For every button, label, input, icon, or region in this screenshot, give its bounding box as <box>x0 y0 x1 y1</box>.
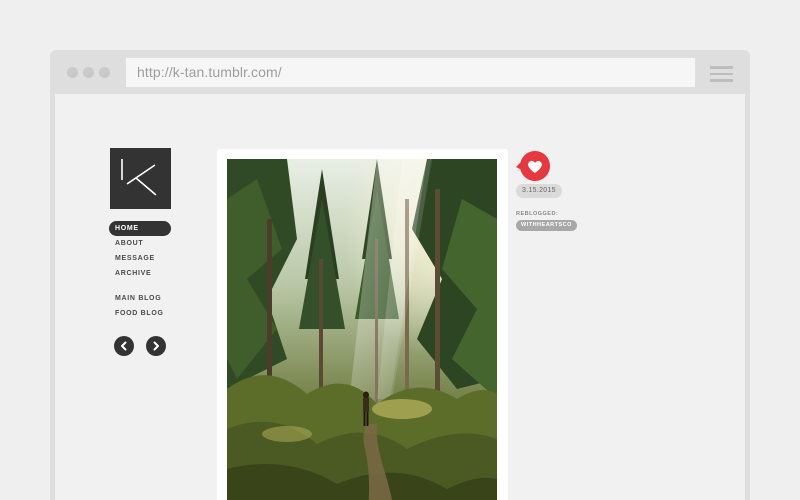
nav-item-home[interactable]: HOME <box>109 221 171 236</box>
next-page-button[interactable] <box>146 336 166 356</box>
browser-toolbar: http://k-tan.tumblr.com/ <box>50 50 750 94</box>
nav-item-archive[interactable]: ARCHIVE <box>109 266 171 281</box>
k-logo-icon[interactable] <box>110 148 171 209</box>
pagination <box>114 336 174 356</box>
browser-window: http://k-tan.tumblr.com/ HOME ABOUT MESS… <box>50 50 750 500</box>
nav-item-food-blog[interactable]: FOOD BLOG <box>109 306 171 321</box>
forest-photo[interactable] <box>227 159 497 500</box>
previous-page-button[interactable] <box>114 336 134 356</box>
nav-item-message[interactable]: MESSAGE <box>109 251 171 266</box>
window-dot-icon[interactable] <box>67 67 78 78</box>
post-date-badge[interactable]: 3.15.2015 <box>516 184 562 198</box>
nav-item-about[interactable]: ABOUT <box>109 236 171 251</box>
hamburger-menu-icon[interactable] <box>710 66 733 82</box>
reblogged-from-link[interactable]: WITHHEARTSCO <box>516 220 577 231</box>
nav-item-main-blog[interactable]: MAIN BLOG <box>109 291 171 306</box>
heart-speech-bubble-icon <box>516 151 550 181</box>
chevron-left-icon <box>121 341 127 351</box>
reblogged-label: REBLOGGED: <box>516 211 559 217</box>
window-dot-icon[interactable] <box>83 67 94 78</box>
photo-post <box>217 149 508 500</box>
window-dot-icon[interactable] <box>99 67 110 78</box>
address-bar[interactable]: http://k-tan.tumblr.com/ <box>126 58 695 87</box>
sidebar-nav: HOME ABOUT MESSAGE ARCHIVE MAIN BLOG FOO… <box>109 221 171 321</box>
like-button[interactable] <box>516 151 552 183</box>
chevron-right-icon <box>153 341 159 351</box>
page-viewport: HOME ABOUT MESSAGE ARCHIVE MAIN BLOG FOO… <box>55 94 745 500</box>
